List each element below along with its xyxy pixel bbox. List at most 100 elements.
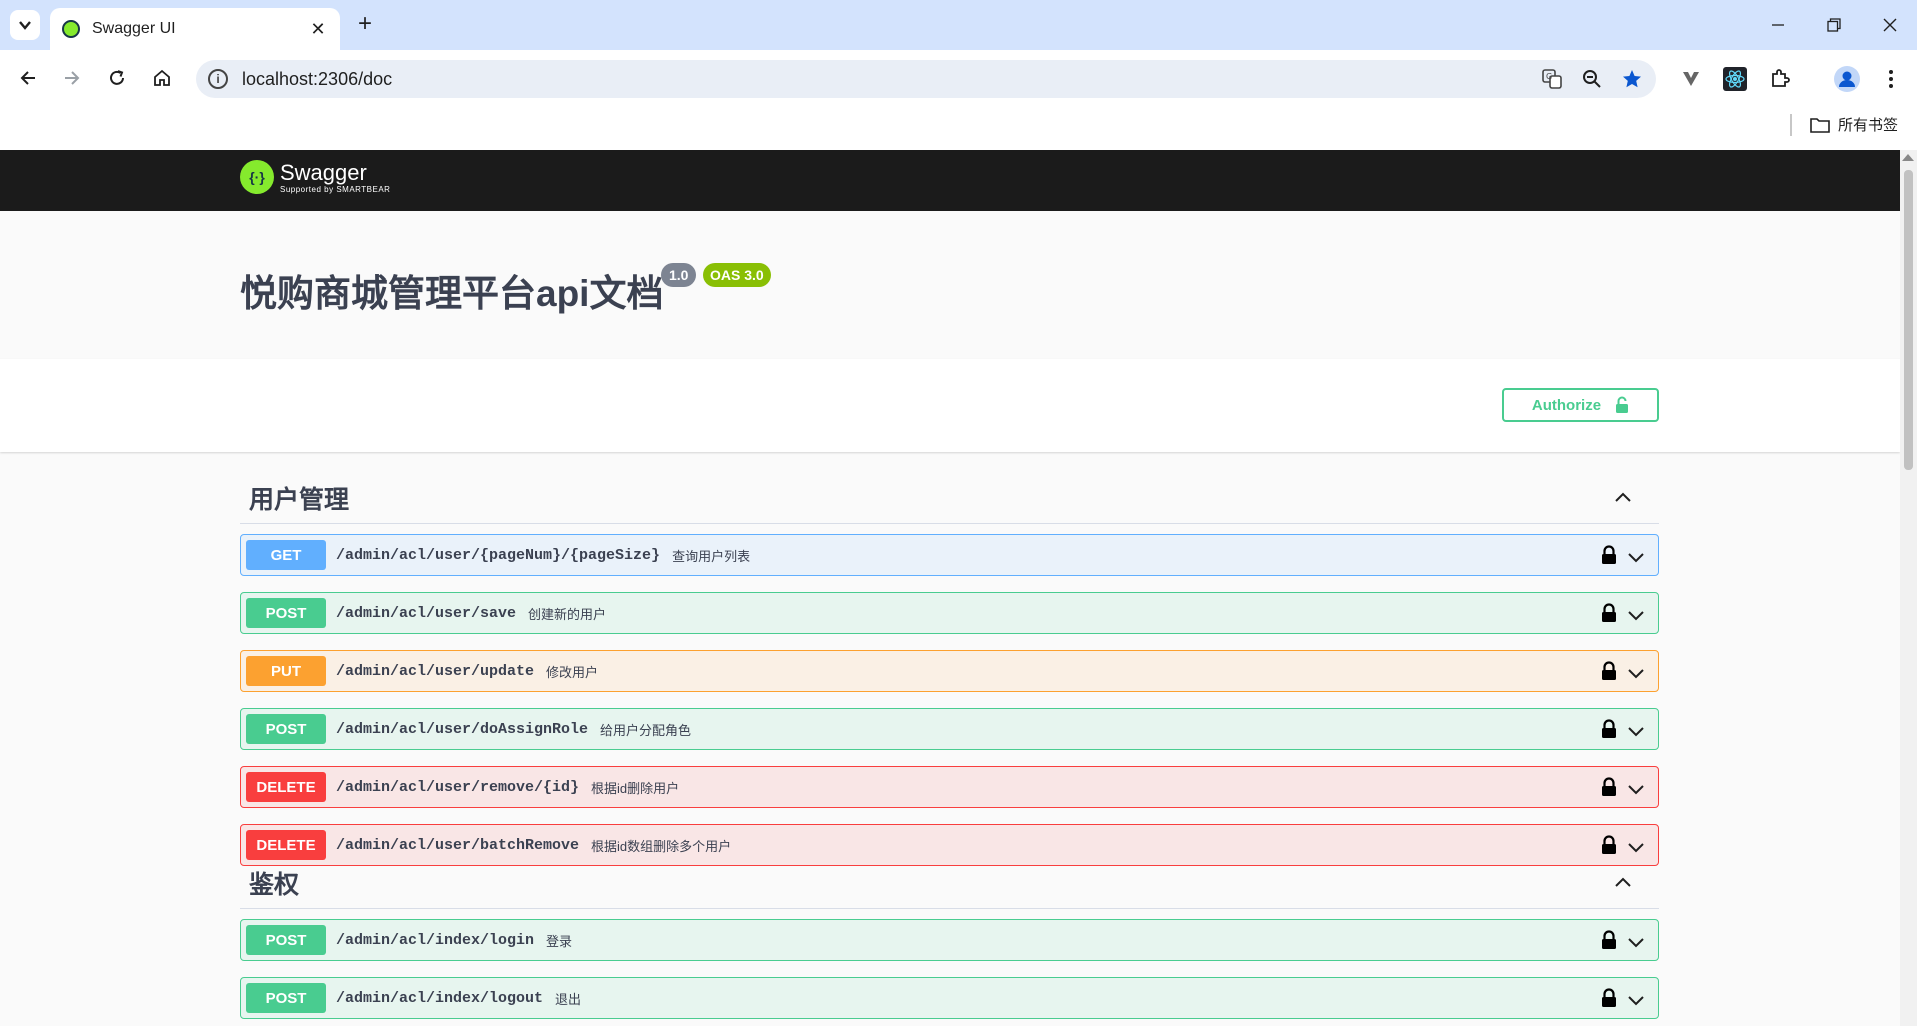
chevron-down-icon[interactable] (1626, 547, 1646, 567)
lock-icon[interactable] (1600, 603, 1618, 623)
chevron-down-icon[interactable] (1626, 779, 1646, 799)
zoom-icon[interactable] (1578, 65, 1606, 93)
translate-icon[interactable]: G (1538, 65, 1566, 93)
authorize-button[interactable]: Authorize (1502, 388, 1659, 422)
chevron-down-icon[interactable] (1626, 605, 1646, 625)
lock-icon[interactable] (1600, 777, 1618, 797)
close-icon (1883, 18, 1897, 32)
all-bookmarks-button[interactable]: 所有书签 (1810, 114, 1898, 135)
scroll-up-arrow[interactable] (1902, 154, 1914, 161)
method-badge: POST (246, 983, 326, 1013)
operation-summary: 创建新的用户 (528, 606, 607, 622)
operation-path: /admin/acl/user/update (336, 662, 535, 680)
url-text[interactable]: localhost:2306/doc (242, 69, 392, 90)
reload-icon (110, 70, 124, 85)
chevron-down-icon[interactable] (1626, 837, 1646, 857)
arrow-left-icon (20, 71, 35, 85)
react-devtools-icon[interactable] (1720, 64, 1750, 94)
operation-row[interactable]: POST/admin/acl/user/save 创建新的用户 (240, 592, 1659, 634)
tab-title: Swagger UI (92, 20, 176, 37)
bookmark-star-icon[interactable] (1618, 65, 1646, 93)
folder-icon (1810, 117, 1830, 133)
method-badge: DELETE (246, 830, 326, 860)
operation-summary: 修改用户 (546, 664, 599, 680)
extension-v-icon[interactable] (1676, 64, 1706, 94)
tab-search-button[interactable] (10, 10, 40, 40)
api-info: 悦购商城管理平台api文档 1.0 OAS 3.0 (0, 211, 1900, 359)
close-window-button[interactable] (1870, 8, 1910, 42)
chevron-up-icon[interactable] (1613, 488, 1633, 508)
reload-button[interactable] (101, 62, 133, 94)
api-title: 悦购商城管理平台api文档 (240, 273, 664, 314)
chevron-down-icon[interactable] (1626, 932, 1646, 952)
operation-summary: 登录 (546, 933, 573, 949)
operation-summary: 退出 (555, 991, 582, 1007)
browser-menu-icon[interactable] (1876, 64, 1906, 94)
chevron-down-icon[interactable] (1626, 721, 1646, 741)
browser-tab-bar: Swagger UI ✕ + (0, 0, 1917, 50)
back-button[interactable] (12, 62, 44, 94)
chevron-down-icon[interactable] (1626, 990, 1646, 1010)
lock-icon[interactable] (1600, 835, 1618, 855)
minimize-button[interactable] (1758, 8, 1798, 42)
restore-icon (1827, 18, 1841, 32)
operation-row[interactable]: POST/admin/acl/index/logout 退出 (240, 977, 1659, 1019)
swagger-logo-icon: {·} (240, 160, 274, 194)
operation-row[interactable]: GET/admin/acl/user/{pageNum}/{pageSize} 查… (240, 534, 1659, 576)
lock-icon[interactable] (1600, 545, 1618, 565)
tag-section: 用户管理 GET/admin/acl/user/{pageNum}/{pageSi… (240, 472, 1659, 882)
operation-summary: 根据id数组删除多个用户 (591, 838, 732, 854)
svg-text:G: G (1546, 72, 1552, 81)
operation-summary: 查询用户列表 (672, 548, 751, 564)
close-tab-icon[interactable]: ✕ (308, 19, 328, 40)
operation-path: /admin/acl/user/{pageNum}/{pageSize} (336, 546, 661, 564)
operation-row[interactable]: POST/admin/acl/user/doAssignRole 给用户分配角色 (240, 708, 1659, 750)
home-icon (154, 69, 170, 86)
all-bookmarks-label: 所有书签 (1838, 117, 1899, 134)
chevron-down-icon (19, 21, 31, 30)
operation-row[interactable]: PUT/admin/acl/user/update 修改用户 (240, 650, 1659, 692)
version-badge: 1.0 (661, 263, 697, 287)
tag-name: 用户管理 (249, 485, 350, 514)
swagger-logo[interactable]: {·} Swagger Supported by SMARTBEAR (240, 160, 390, 194)
profile-avatar-icon[interactable] (1832, 64, 1862, 94)
operation-path: /admin/acl/user/doAssignRole (336, 720, 589, 738)
operation-path: /admin/acl/user/batchRemove (336, 836, 580, 854)
restore-button[interactable] (1814, 8, 1854, 42)
new-tab-button[interactable]: + (352, 12, 378, 38)
method-badge: POST (246, 925, 326, 955)
lock-icon[interactable] (1600, 719, 1618, 739)
lock-icon[interactable] (1600, 661, 1618, 681)
swagger-favicon-icon (62, 20, 80, 38)
operation-path: /admin/acl/user/remove/{id} (336, 778, 580, 796)
swagger-logo-sub: Supported by SMARTBEAR (280, 184, 391, 194)
oas-badge: OAS 3.0 (703, 263, 771, 287)
lock-icon[interactable] (1600, 930, 1618, 950)
address-bar[interactable]: i localhost:2306/doc G (196, 60, 1656, 98)
authorize-label: Authorize (1531, 396, 1602, 414)
unlock-icon (1616, 396, 1629, 413)
method-badge: GET (246, 540, 326, 570)
operation-row[interactable]: DELETE/admin/acl/user/remove/{id} 根据id删除用… (240, 766, 1659, 808)
method-badge: POST (246, 598, 326, 628)
lock-icon[interactable] (1600, 988, 1618, 1008)
operation-row[interactable]: POST/admin/acl/index/login 登录 (240, 919, 1659, 961)
browser-tab[interactable]: Swagger UI ✕ (50, 8, 340, 50)
scrollbar-thumb[interactable] (1904, 170, 1913, 470)
tag-header[interactable]: 鉴权 (240, 857, 1659, 909)
chevron-up-icon[interactable] (1613, 873, 1633, 893)
bookmark-separator (1790, 114, 1792, 136)
tag-section: 鉴权 POST/admin/acl/index/login 登录 POST/admin… (240, 857, 1659, 1026)
extensions-puzzle-icon[interactable] (1765, 64, 1795, 94)
method-badge: DELETE (246, 772, 326, 802)
tag-name: 鉴权 (249, 870, 300, 899)
tag-header[interactable]: 用户管理 (240, 472, 1659, 524)
home-button[interactable] (146, 62, 178, 94)
arrow-right-icon (65, 71, 80, 85)
swagger-page: {·} Swagger Supported by SMARTBEAR 悦购商城管… (0, 150, 1900, 1026)
site-info-icon[interactable]: i (208, 69, 228, 89)
operation-summary: 根据id删除用户 (591, 780, 680, 796)
method-badge: POST (246, 714, 326, 744)
chevron-down-icon[interactable] (1626, 663, 1646, 683)
forward-button[interactable] (56, 62, 88, 94)
